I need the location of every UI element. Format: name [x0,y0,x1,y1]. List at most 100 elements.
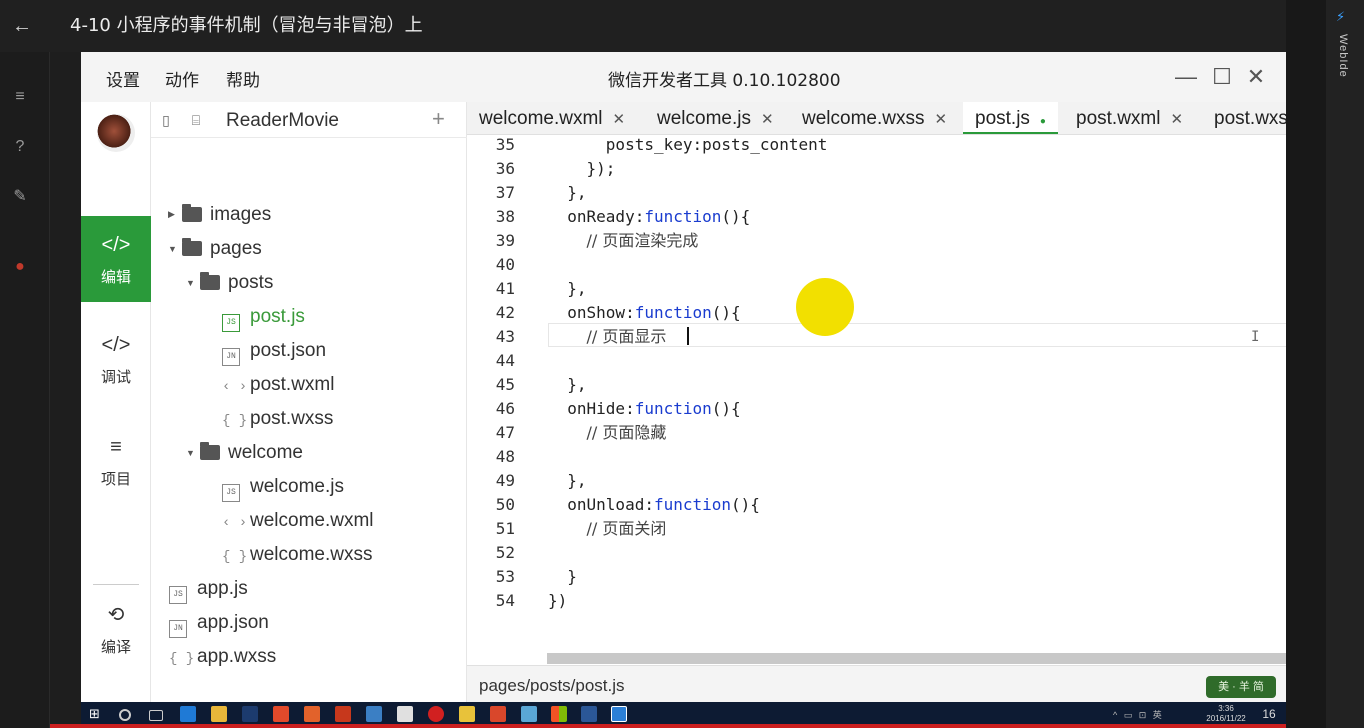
close-icon[interactable]: ✕ [1241,62,1271,92]
code-line[interactable]: 48 [467,445,1286,469]
add-file-icon[interactable]: + [432,106,445,132]
line-number: 37 [495,183,515,202]
code-editor[interactable]: 35 posts_key:posts_content 36 }); 37 }, 38 … [467,135,1286,665]
tree-file-app-json[interactable]: JN app.json [169,612,269,642]
tab-post-js[interactable]: post.js ● [963,102,1058,134]
tab-close-icon[interactable]: ✕ [613,111,626,128]
code-line[interactable]: 49 }, [467,469,1286,493]
tree-file-welcome-wxml[interactable]: ‹ › welcome.wxml [222,510,374,540]
code-line[interactable]: 37 }, [467,181,1286,205]
code-text: }, [548,277,586,301]
edit-pencil-icon[interactable]: ✎ [9,186,31,208]
tab-post-wxml[interactable]: post.wxml ✕ [1076,102,1183,134]
powerpoint-icon[interactable] [335,706,351,722]
app-icon[interactable] [366,706,382,722]
horizontal-scrollbar[interactable] [547,653,1286,664]
minimize-icon[interactable]: — [1171,62,1201,92]
tree-file-post-json[interactable]: JN post.json [222,340,326,370]
edge-icon[interactable] [180,706,196,722]
tree-view-icon[interactable]: ⌸ [187,110,205,130]
app-icon[interactable] [397,706,413,722]
webide-label[interactable]: WebIde [1337,34,1349,78]
webide-icon[interactable]: ⚡ [1336,9,1345,25]
menu-icon[interactable]: ≡ [9,86,31,108]
tree-folder-images[interactable]: ▶ images [168,204,271,234]
chrome-icon[interactable] [273,706,289,722]
app-icon[interactable] [490,706,506,722]
code-text: onShow:function(){ [548,301,741,325]
webide-strip[interactable] [1326,0,1364,728]
nav-edit[interactable]: </> 编辑 [81,216,151,302]
word-icon[interactable] [581,706,597,722]
file-explorer-icon[interactable] [211,706,227,722]
tab-close-icon[interactable]: ✕ [934,111,947,128]
user-avatar[interactable] [97,114,135,152]
phone-view-icon[interactable]: ▯ [157,110,175,130]
search-icon[interactable] [119,709,131,721]
tree-label: welcome.wxss [250,544,373,565]
menu-help[interactable]: 帮助 [226,66,260,91]
tree-file-welcome-wxss[interactable]: { } welcome.wxss [222,544,372,574]
nav-debug[interactable]: </> 调试 [81,316,151,402]
tree-label: post.wxml [250,374,335,395]
code-line[interactable]: 39 // 页面渲染完成 [467,229,1286,253]
code-line[interactable]: 41 }, [467,277,1286,301]
code-line[interactable]: 40 [467,253,1286,277]
maximize-icon[interactable]: ☐ [1207,62,1237,92]
task-view-icon[interactable] [149,710,163,721]
menu-actions[interactable]: 动作 [165,66,199,91]
notification-icon[interactable]: 16 [1261,706,1277,722]
nav-compile[interactable]: ⟲ 编译 [81,586,151,672]
back-arrow-icon[interactable]: ← [10,14,34,38]
code-line[interactable]: 46 onHide:function(){ [467,397,1286,421]
tab-welcome-wxss[interactable]: welcome.wxss ✕ [802,102,947,134]
folder-icon [200,272,220,290]
tab-close-icon[interactable]: ✕ [761,111,774,128]
tab-welcome-wxml[interactable]: welcome.wxml ✕ [479,102,626,134]
code-line[interactable]: 53 } [467,565,1286,589]
code-line[interactable]: 45 }, [467,373,1286,397]
taskbar-clock[interactable]: 3:36 2016/11/22 [1201,704,1251,724]
tab-welcome-js[interactable]: welcome.js ✕ [657,102,774,134]
code-line[interactable]: 52 [467,541,1286,565]
windows-store-icon[interactable] [551,706,567,722]
tree-file-post-wxss[interactable]: { } post.wxss [222,408,333,438]
tree-file-app-js[interactable]: JS app.js [169,578,248,608]
firefox-icon[interactable] [304,706,320,722]
question-icon[interactable]: ? [9,136,31,158]
menu-settings[interactable]: 设置 [106,66,140,91]
system-tray[interactable]: ^ ▭ ⊡ 英 [1113,708,1164,721]
tab-close-icon[interactable]: ✕ [1170,111,1183,128]
code-line[interactable]: 51 // 页面关闭 [467,517,1286,541]
code-line[interactable]: 50 onUnload:function(){ [467,493,1286,517]
code-line[interactable]: 35 posts_key:posts_content [467,135,1286,157]
code-line[interactable]: 36 }); [467,157,1286,181]
code-line[interactable]: 44 [467,349,1286,373]
line-number: 45 [495,375,515,394]
app-icon[interactable] [459,706,475,722]
code-token: (){ [711,303,741,322]
windows-start-icon[interactable]: ⊞ [89,707,103,721]
tree-folder-pages[interactable]: ▼ pages [168,238,262,268]
file-tree: ▯ ⌸ ReaderMovie + ▶ images ▼ pages ▼ posts … [151,102,467,702]
tree-folder-posts[interactable]: ▼ posts [186,272,273,302]
code-line[interactable]: 47 // 页面隐藏 [467,421,1286,445]
code-text: // 页面渲染完成 [548,229,699,253]
code-line[interactable]: 54}) [467,589,1286,613]
tree-file-welcome-js[interactable]: JS welcome.js [222,476,344,506]
code-line[interactable]: 38 onReady:function(){ [467,205,1286,229]
tree-folder-welcome[interactable]: ▼ welcome [186,442,303,472]
code-line[interactable]: 42 onShow:function(){ [467,301,1286,325]
code-line[interactable]: 43 // 页面显示 [467,325,1286,349]
video-progress-bar[interactable] [50,724,1286,728]
tree-file-app-wxss[interactable]: { } app.wxss [169,646,276,676]
wechat-devtools-icon[interactable] [611,706,627,722]
nav-project[interactable]: ≡ 项目 [81,418,151,504]
app-icon[interactable] [521,706,537,722]
photoshop-icon[interactable] [242,706,258,722]
tab-post-wxss[interactable]: post.wxss [1214,102,1286,134]
user-avatar-icon[interactable]: ● [9,256,31,278]
tree-file-post-js[interactable]: JS post.js [222,306,305,336]
record-icon[interactable] [428,706,444,722]
tree-file-post-wxml[interactable]: ‹ › post.wxml [222,374,334,404]
